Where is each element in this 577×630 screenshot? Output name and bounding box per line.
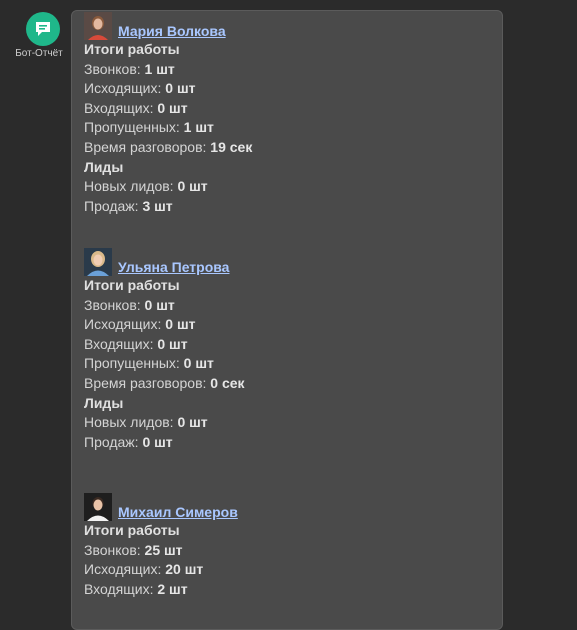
- calls-line: Звонков: 25 шт: [84, 541, 183, 558]
- outgoing-line: Исходящих: 20 шт: [84, 561, 204, 578]
- person-report: Михаил Симеров Итоги работы Звонков: 25 …: [84, 493, 238, 599]
- sales-line: Продаж: 0 шт: [84, 433, 173, 450]
- leads-heading: Лиды: [84, 394, 124, 411]
- person-report: Мария Волкова Итоги работы Звонков: 1 шт…: [84, 12, 252, 216]
- person-name-link[interactable]: Мария Волкова: [118, 23, 226, 40]
- outgoing-line: Исходящих: 0 шт: [84, 316, 196, 333]
- outgoing-line: Исходящих: 0 шт: [84, 80, 196, 97]
- person-name-link[interactable]: Ульяна Петрова: [118, 259, 229, 276]
- work-summary-heading: Итоги работы: [84, 277, 180, 293]
- work-summary-heading: Итоги работы: [84, 41, 180, 57]
- person-report: Ульяна Петрова Итоги работы Звонков: 0 ш…: [84, 248, 245, 452]
- person-header: Ульяна Петрова: [84, 248, 245, 276]
- calls-line: Звонков: 0 шт: [84, 296, 175, 313]
- new-leads-line: Новых лидов: 0 шт: [84, 178, 208, 195]
- work-summary-heading: Итоги работы: [84, 522, 180, 538]
- bot-avatar[interactable]: [26, 12, 60, 46]
- bot-name[interactable]: Бот-Отчёт: [4, 48, 74, 59]
- person-photo[interactable]: [84, 248, 112, 276]
- incoming-line: Входящих: 2 шт: [84, 580, 188, 597]
- leads-heading: Лиды: [84, 158, 124, 175]
- calls-line: Звонков: 1 шт: [84, 60, 175, 77]
- incoming-line: Входящих: 0 шт: [84, 335, 188, 352]
- person-header: Михаил Симеров: [84, 493, 238, 521]
- person-photo[interactable]: [84, 12, 112, 40]
- missed-line: Пропущенных: 1 шт: [84, 119, 214, 136]
- sales-line: Продаж: 3 шт: [84, 197, 173, 214]
- person-name-link[interactable]: Михаил Симеров: [118, 504, 238, 521]
- person-photo[interactable]: [84, 493, 112, 521]
- new-leads-line: Новых лидов: 0 шт: [84, 414, 208, 431]
- incoming-line: Входящих: 0 шт: [84, 99, 188, 116]
- missed-line: Пропущенных: 0 шт: [84, 355, 214, 372]
- chat-bubble-icon: [36, 22, 50, 36]
- sender-column: Бот-Отчёт: [0, 0, 72, 607]
- talk-time-line: Время разговоров: 19 сек: [84, 138, 253, 155]
- person-header: Мария Волкова: [84, 12, 252, 40]
- report-message: Мария Волкова Итоги работы Звонков: 1 шт…: [71, 10, 503, 630]
- talk-time-line: Время разговоров: 0 сек: [84, 374, 245, 391]
